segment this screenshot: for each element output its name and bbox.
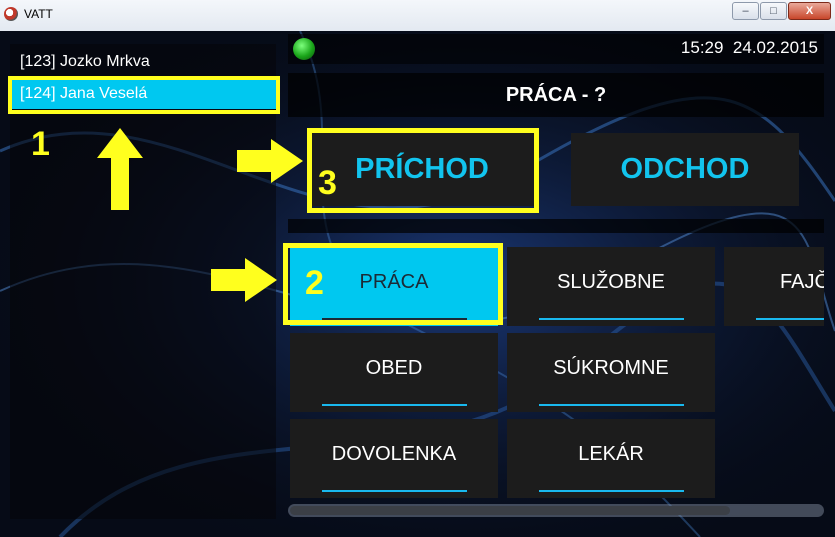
- type-label: SLUŽOBNE: [557, 271, 665, 293]
- type-label: SÚKROMNE: [553, 357, 669, 379]
- arrow-right-icon: [237, 139, 303, 183]
- step-2-number: 2: [305, 264, 324, 302]
- type-underline: [539, 490, 684, 492]
- type-label: OBED: [365, 357, 423, 379]
- type-label: DOVOLENKA: [331, 443, 457, 465]
- step-1-number: 1: [31, 125, 50, 163]
- highlight-employee-box: [8, 76, 280, 114]
- type-underline: [539, 318, 684, 320]
- close-button[interactable]: X: [788, 2, 831, 20]
- type-button-sluzobne[interactable]: SLUŽOBNE: [507, 247, 715, 326]
- type-button-lekar[interactable]: LEKÁR: [507, 419, 715, 498]
- type-button-obed[interactable]: OBED: [290, 333, 498, 412]
- date-text: 24.02.2015: [732, 38, 818, 57]
- type-underline: [322, 490, 467, 492]
- app-icon: [4, 7, 18, 21]
- employee-item-123[interactable]: [123] Jozko Mrkva: [10, 46, 276, 77]
- page-title: PRÁCA - ?: [288, 73, 824, 117]
- minimize-button[interactable]: –: [732, 2, 759, 20]
- separator-bar: [288, 219, 824, 233]
- arrow-up-icon: [97, 128, 143, 210]
- type-label: LEKÁR: [578, 443, 644, 465]
- window-titlebar: VATT – □ X: [0, 0, 835, 32]
- datetime-display: 15:29 24.02.2015: [681, 38, 818, 58]
- maximize-button[interactable]: □: [760, 2, 787, 20]
- type-underline: [539, 404, 684, 406]
- horizontal-scrollbar[interactable]: [288, 504, 824, 517]
- type-underline: [322, 404, 467, 406]
- time-text: 15:29: [680, 38, 724, 57]
- step-3-number: 3: [318, 164, 337, 202]
- status-bar: 15:29 24.02.2015: [288, 34, 824, 64]
- type-button-sukromne[interactable]: SÚKROMNE: [507, 333, 715, 412]
- arrow-right-icon: [211, 258, 277, 302]
- highlight-arrival-box: [307, 128, 539, 213]
- status-indicator-icon: [293, 38, 315, 60]
- type-label: FAJČ: [780, 271, 824, 293]
- type-underline: [756, 318, 824, 320]
- scrollbar-thumb[interactable]: [290, 506, 730, 515]
- window-title: VATT: [24, 7, 53, 21]
- type-button-fajcenie[interactable]: FAJČ: [724, 247, 824, 326]
- type-button-dovolenka[interactable]: DOVOLENKA: [290, 419, 498, 498]
- departure-button[interactable]: ODCHOD: [571, 133, 799, 206]
